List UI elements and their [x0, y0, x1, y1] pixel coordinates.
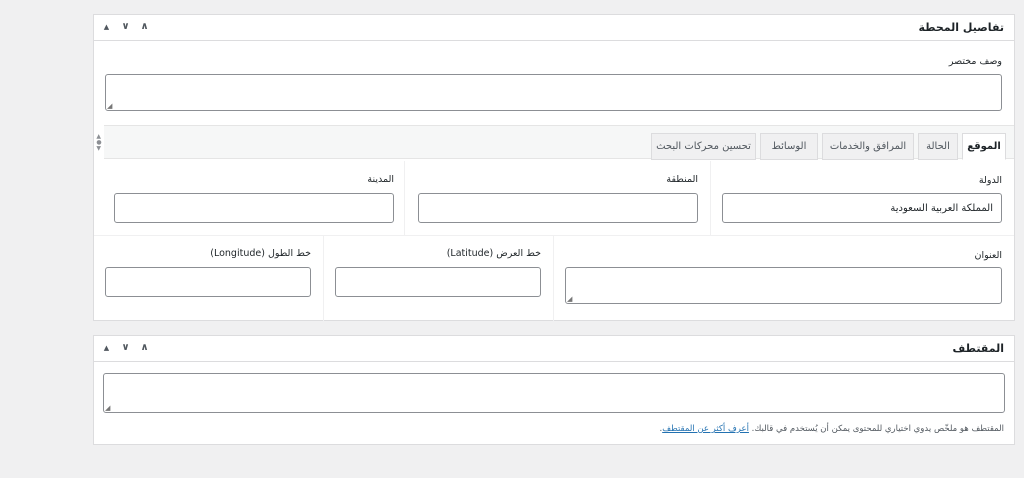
move-up-icon[interactable]: ▲ [100, 341, 113, 355]
city-field[interactable] [114, 193, 394, 223]
collapse-icon[interactable]: ∧ [138, 341, 151, 355]
learn-more-link[interactable]: أعرف أكثر عن المقتطف [662, 424, 749, 434]
move-down-icon[interactable]: ∨ [119, 341, 132, 355]
tab-media[interactable]: الوسائط [760, 133, 818, 160]
column-divider [404, 161, 405, 235]
station-details-metabox: ▲ ∨ ∧ تفاصيل المحطة وصف مختصر ◢ ▲ ● ▼ المو… [93, 14, 1015, 322]
collapse-icon[interactable]: ∧ [138, 20, 151, 34]
longitude-field[interactable] [105, 267, 311, 297]
metabox-header: ▲ ∨ ∧ تفاصيل المحطة [94, 15, 1014, 41]
resize-handle-icon[interactable]: ◢ [107, 102, 112, 110]
move-down-icon[interactable]: ∨ [119, 20, 132, 34]
resize-handle-icon[interactable]: ◢ [567, 295, 572, 303]
country-field[interactable]: المملكة العربية السعودية [722, 193, 1002, 223]
short-description-label: وصف مختصر [948, 56, 1002, 67]
latitude-field[interactable] [335, 267, 541, 297]
metabox-header: ▲ ∨ ∧ المقتطف [94, 336, 1014, 362]
short-description-textarea[interactable]: ◢ [105, 74, 1002, 111]
metabox-controls: ▲ ∨ ∧ [100, 20, 151, 34]
column-divider [710, 161, 711, 235]
country-label: الدولة [978, 175, 1002, 186]
column-divider [553, 236, 554, 322]
tab-location[interactable]: الموقع [962, 133, 1006, 160]
help-text: المقتطف هو ملخّص يدوي اختياري للمحتوى يم… [751, 424, 1004, 434]
region-field[interactable] [418, 193, 698, 223]
drag-handle-icon[interactable]: ▲ ● ▼ [94, 126, 104, 160]
tab-strip: ▲ ● ▼ الموقع الحالة المرافق والخدمات الوسا… [96, 125, 1014, 160]
city-label: المدينة [367, 174, 394, 185]
address-textarea[interactable]: ◢ [565, 267, 1002, 304]
metabox-controls: ▲ ∨ ∧ [100, 341, 151, 355]
excerpt-help-text: المقتطف هو ملخّص يدوي اختياري للمحتوى يم… [659, 424, 1004, 434]
move-up-icon[interactable]: ▲ [100, 20, 113, 34]
metabox-title: تفاصيل المحطة [918, 21, 1004, 34]
latitude-label: خط العرض (Latitude) [446, 248, 541, 259]
resize-handle-icon[interactable]: ◢ [105, 404, 110, 412]
excerpt-metabox: ▲ ∨ ∧ المقتطف ◢ المقتطف هو ملخّص يدوي اخ… [93, 335, 1015, 445]
metabox-title: المقتطف [952, 342, 1005, 355]
row-divider [94, 235, 1014, 236]
column-divider [323, 236, 324, 322]
tab-seo[interactable]: تحسين محركات البحث [651, 133, 756, 160]
address-label: العنوان [974, 250, 1002, 261]
longitude-label: خط الطول (Longitude) [210, 248, 311, 259]
tab-facilities[interactable]: المرافق والخدمات [822, 133, 914, 160]
excerpt-textarea[interactable]: ◢ [103, 373, 1005, 413]
tab-status[interactable]: الحالة [918, 133, 958, 160]
region-label: المنطقة [666, 174, 698, 185]
